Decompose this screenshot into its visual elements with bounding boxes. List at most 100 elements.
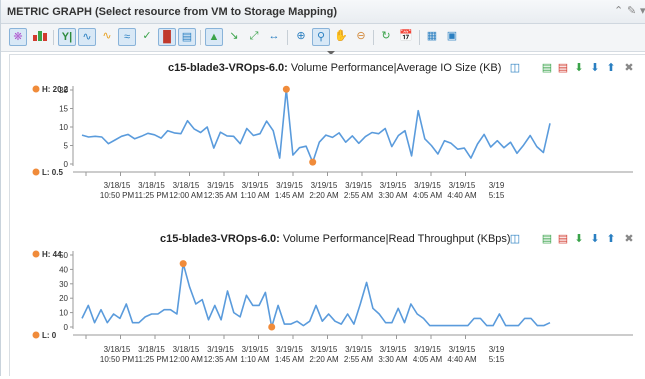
x-tick-date: 3/18/15 [138,345,165,354]
metric-chooser-icon[interactable]: ◫ [508,61,522,75]
x-tick-time: 10:50 PM [100,191,135,200]
x-tick-time: 1:45 AM [275,191,305,200]
low-label-dot [32,331,40,339]
chart-title: c15-blade3-VROps-6.0: Volume Performance… [160,233,511,245]
chart-title: c15-blade3-VROps-6.0: Volume Performance… [168,62,501,74]
high-value-label: H: 20.2 [42,85,69,94]
zoom-in-icon[interactable]: ⊕ [292,28,310,46]
x-tick-time: 12:00 AM [169,355,203,364]
x-tick-time: 5:15 [489,355,505,364]
high-point-marker [282,85,290,93]
split-icon[interactable]: █ [158,28,176,46]
edit-icon[interactable]: ✎ [627,5,636,17]
high-value-label: H: 44 [42,250,62,259]
high-point-marker [179,260,187,268]
x-tick-time: 2:55 AM [344,355,374,364]
close-icon[interactable]: ✖ [622,232,636,246]
low-value-label: L: 0 [42,331,57,340]
x-tick-date: 3/19/15 [276,345,303,354]
compare-icon[interactable]: ▤ [178,28,196,46]
chart-read-throughput: 010203040503/18/1510:50 PM3/18/1511:25 P… [32,250,633,364]
chart-resource-name: c15-blade3-VROps-6.0: [168,62,288,74]
y-tick-label: 15 [59,105,68,114]
y-tick-label: 10 [59,309,68,318]
close-icon[interactable]: ✖ [622,61,636,75]
low-label-dot [32,168,40,176]
x-tick-date: 3/18/15 [173,181,200,190]
charts-container: c15-blade3-VROps-6.0: Volume Performance… [9,54,645,376]
x-tick-time: 10:50 PM [100,355,135,364]
x-tick-date: 3/19/15 [449,345,476,354]
fit-icon[interactable]: ↔ [265,28,283,46]
baseline-icon[interactable]: ▲ [205,28,223,46]
refresh-range-icon[interactable]: ↘ [225,28,243,46]
x-tick-date: 3/19/15 [380,345,407,354]
chart-metric-name: Volume Performance|Read Throughput (KBps… [282,233,511,245]
metric-graph-panel: METRIC GRAPH (Select resource from VM to… [0,0,645,376]
x-tick-date: 3/19/15 [414,345,441,354]
save-icon[interactable]: ▤ [540,232,554,246]
metric-picker-icon[interactable]: ❋ [9,28,27,46]
panel-header: METRIC GRAPH (Select resource from VM to… [1,0,645,24]
snapshot-icon[interactable]: ▣ [443,28,461,46]
x-tick-date: 3/19/15 [276,181,303,190]
date-range-icon[interactable]: 📅 [397,28,415,46]
more-icon[interactable]: ▾ [640,5,645,17]
x-tick-time: 2:20 AM [309,355,339,364]
high-label-dot [32,250,40,258]
x-tick-time: 1:10 AM [240,355,270,364]
chart-resource-name: c15-blade3-VROps-6.0: [160,233,280,245]
low-point-marker [309,158,317,166]
zoom-out-icon[interactable]: ⊖ [352,28,370,46]
y-tick-label: 0 [64,160,69,169]
refresh-icon[interactable]: ↻ [377,28,395,46]
x-tick-time: 4:05 AM [413,355,443,364]
collapse-icon[interactable]: ⌃ [614,5,623,17]
zoom-all-icon[interactable]: ⤢ [245,28,263,46]
y-axis-icon[interactable]: Y| [58,28,76,46]
x-tick-date: 3/19/15 [242,345,269,354]
move-down-icon[interactable]: ⬇ [572,232,586,246]
x-tick-date: 3/19 [489,181,505,190]
save-all-icon[interactable]: ▤ [556,61,570,75]
x-tick-date: 3/19/15 [311,345,338,354]
move-up-icon[interactable]: ⬆ [604,232,618,246]
move-down-icon[interactable]: ⬇ [588,232,602,246]
sparkline-icon[interactable]: ∿ [78,28,96,46]
x-tick-date: 3/19/15 [311,181,338,190]
trend-icon[interactable]: ∿ [98,28,116,46]
pan-icon[interactable]: ✋ [332,28,350,46]
y-tick-label: 20 [59,294,68,303]
y-tick-label: 40 [59,265,68,274]
chart-metric-name: Volume Performance|Average IO Size (KB) [290,62,502,74]
move-down-icon[interactable]: ⬇ [588,61,602,75]
x-tick-date: 3/19/15 [380,181,407,190]
x-tick-date: 3/18/15 [104,181,131,190]
x-tick-time: 12:00 AM [169,191,203,200]
move-down-icon[interactable]: ⬇ [572,61,586,75]
x-tick-time: 1:10 AM [240,191,270,200]
stack-icon[interactable]: ≈ [118,28,136,46]
chart-average-io-size: 051015203/18/1510:50 PM3/18/1511:25 PM3/… [32,85,633,200]
low-point-marker [268,323,276,331]
y-tick-label: 5 [64,142,69,151]
x-tick-time: 1:45 AM [275,355,305,364]
combine-icon[interactable]: ✓ [138,28,156,46]
zoom-view-icon[interactable]: ⚲ [312,28,330,46]
x-tick-date: 3/19/15 [345,345,372,354]
x-tick-time: 4:05 AM [413,191,443,200]
save-icon[interactable]: ▤ [540,61,554,75]
dashboard-icon[interactable] [31,28,49,46]
x-tick-time: 3:30 AM [378,355,408,364]
x-tick-date: 3/19/15 [345,181,372,190]
x-tick-date: 3/18/15 [138,181,165,190]
calendar-icon[interactable]: ▦ [423,28,441,46]
x-tick-date: 3/19/15 [207,345,234,354]
metric-chooser-icon[interactable]: ◫ [508,232,522,246]
x-tick-time: 4:40 AM [447,191,477,200]
x-tick-time: 3:30 AM [378,191,408,200]
x-tick-time: 12:35 AM [204,355,238,364]
move-up-icon[interactable]: ⬆ [604,61,618,75]
save-all-icon[interactable]: ▤ [556,232,570,246]
y-tick-label: 0 [64,323,69,332]
